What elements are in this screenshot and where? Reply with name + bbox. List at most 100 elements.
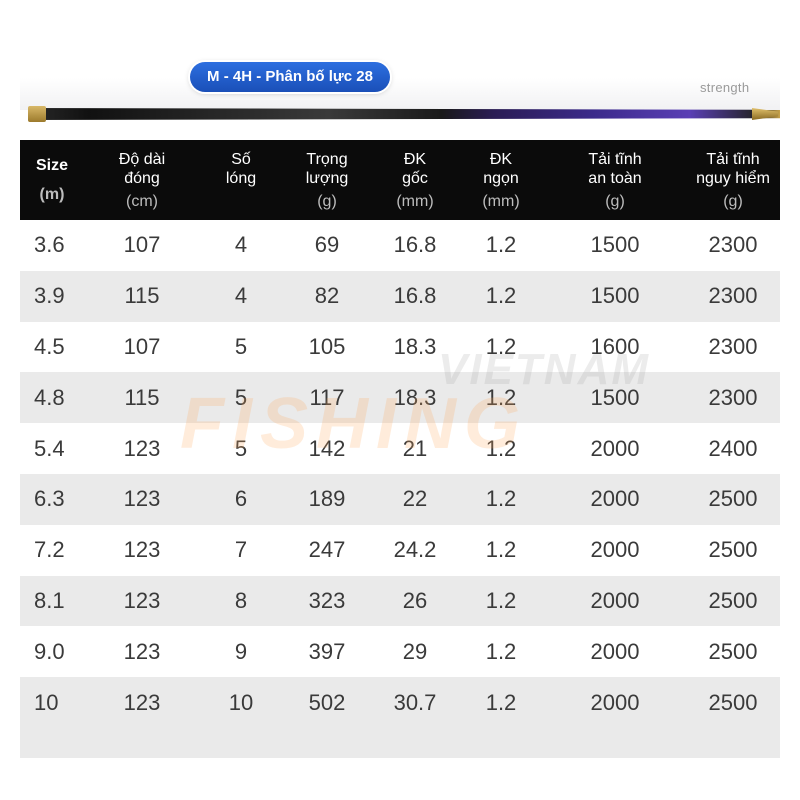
header-label: Trọng (306, 150, 348, 168)
cell-tip-diameter: 1.2 (485, 638, 517, 664)
cell-sections: 7 (234, 537, 248, 563)
header-label: Tải tĩnh (706, 150, 760, 168)
cell-sections: 6 (234, 486, 248, 512)
cell-weight: 142 (308, 435, 346, 461)
cell-closed-length: 115 (124, 283, 160, 309)
header-label: Size (35, 157, 68, 174)
cell-danger-load: 2500 (708, 486, 758, 512)
cell-size: 4.8 (34, 384, 65, 410)
header-unit: (g) (605, 192, 625, 210)
cell-tip-diameter: 1.2 (485, 689, 517, 715)
cell-sections: 10 (228, 689, 254, 715)
table-footer-band (20, 727, 780, 758)
table-row: 3.9 115 4 82 16.8 1.2 1500 2300 (20, 270, 780, 322)
cell-danger-load: 2300 (708, 333, 758, 359)
cell-butt-diameter: 22 (402, 486, 428, 512)
cell-safe-load: 2000 (590, 486, 640, 512)
header-label: lượng (305, 169, 349, 187)
cell-size: 4.5 (34, 333, 65, 359)
cell-size: 6.3 (34, 486, 65, 512)
cell-butt-diameter: 16.8 (393, 283, 437, 309)
cell-closed-length: 123 (123, 486, 161, 512)
cell-size: 7.2 (34, 537, 65, 563)
header-unit: (g) (723, 192, 743, 210)
cell-sections: 9 (234, 638, 248, 664)
cell-tip-diameter: 1.2 (485, 587, 517, 613)
header-unit: (mm) (482, 192, 520, 210)
cell-butt-diameter: 24.2 (393, 537, 437, 563)
table-row: 10 123 10 502 30.7 1.2 2000 2500 (20, 677, 780, 728)
cell-safe-load: 2000 (590, 587, 640, 613)
header-butt-diameter: ĐK gốc (mm) (372, 150, 458, 211)
header-danger-load: Tải tĩnh nguy hiểm (g) (686, 150, 780, 211)
cell-closed-length: 123 (123, 638, 161, 664)
fishing-rod-image (28, 108, 780, 120)
cell-butt-diameter: 30.7 (393, 689, 437, 715)
cell-closed-length: 123 (123, 537, 161, 563)
cell-size: 9.0 (34, 638, 65, 664)
cell-danger-load: 2300 (708, 384, 758, 410)
table-row: 7.2 123 7 247 24.2 1.2 2000 2500 (20, 524, 780, 576)
cell-sections: 5 (234, 384, 248, 410)
table-row: 4.5 107 5 105 18.3 1.2 1600 2300 (20, 321, 780, 373)
cell-safe-load: 2000 (590, 537, 640, 563)
cell-danger-load: 2300 (708, 283, 758, 309)
cell-weight: 189 (308, 486, 346, 512)
header-unit (200, 192, 282, 211)
cell-closed-length: 107 (123, 333, 161, 359)
header-label: gốc (402, 169, 428, 187)
cell-sections: 8 (234, 587, 248, 613)
cell-tip-diameter: 1.2 (485, 486, 517, 512)
cell-weight: 397 (308, 638, 346, 664)
header-unit: (cm) (126, 192, 158, 210)
header-label: nguy hiểm (696, 169, 770, 187)
header-unit: (g) (317, 192, 337, 210)
cell-weight: 82 (314, 283, 340, 309)
cell-safe-load: 2000 (590, 638, 640, 664)
spec-table: Size (m) Độ dài đóng (cm) Số lóng Trọng … (20, 140, 780, 758)
cell-closed-length: 123 (123, 689, 161, 715)
cell-danger-load: 2400 (708, 435, 758, 461)
rod-butt-cap (28, 106, 46, 122)
cell-weight: 502 (308, 689, 346, 715)
model-badge: M - 4H - Phân bố lực 28 (190, 62, 390, 92)
cell-closed-length: 123 (123, 587, 161, 613)
cell-sections: 5 (234, 435, 248, 461)
cell-danger-load: 2500 (708, 689, 758, 715)
header-closed-length: Độ dài đóng (cm) (84, 150, 200, 211)
cell-sections: 5 (234, 333, 248, 359)
cell-closed-length: 115 (124, 384, 160, 410)
cell-closed-length: 123 (123, 435, 161, 461)
cell-safe-load: 1500 (590, 232, 640, 258)
cell-safe-load: 2000 (590, 435, 640, 461)
table-header: Size (m) Độ dài đóng (cm) Số lóng Trọng … (20, 140, 780, 220)
header-label: ngọn (483, 169, 519, 187)
cell-weight: 247 (308, 537, 346, 563)
header-safe-load: Tải tĩnh an toàn (g) (544, 150, 686, 211)
header-label: lóng (225, 169, 257, 187)
cell-tip-diameter: 1.2 (485, 537, 517, 563)
cell-safe-load: 2000 (590, 689, 640, 715)
header-label: Số (231, 150, 251, 168)
cell-tip-diameter: 1.2 (485, 232, 517, 258)
header-label: ĐK (403, 150, 427, 168)
cell-weight: 69 (314, 232, 340, 258)
table-row: 8.1 123 8 323 26 1.2 2000 2500 (20, 575, 780, 627)
cell-tip-diameter: 1.2 (485, 435, 517, 461)
cell-tip-diameter: 1.2 (485, 333, 517, 359)
cell-size: 5.4 (34, 435, 65, 461)
header-label: an toàn (588, 169, 642, 187)
table-row: 4.8 115 5 117 18.3 1.2 1500 2300 (20, 372, 780, 424)
cell-danger-load: 2500 (708, 587, 758, 613)
cell-size: 3.9 (34, 283, 65, 309)
cell-safe-load: 1600 (590, 333, 640, 359)
cell-danger-load: 2300 (708, 232, 758, 258)
header-size: Size (m) (20, 156, 84, 204)
cell-tip-diameter: 1.2 (485, 384, 517, 410)
header-unit: (mm) (396, 192, 434, 210)
header-unit: (m) (39, 186, 65, 203)
strength-label: strength (700, 80, 750, 95)
header-tip-diameter: ĐK ngọn (mm) (458, 150, 544, 211)
rod-banner: M - 4H - Phân bố lực 28 strength (0, 0, 800, 140)
cell-butt-diameter: 21 (402, 435, 428, 461)
